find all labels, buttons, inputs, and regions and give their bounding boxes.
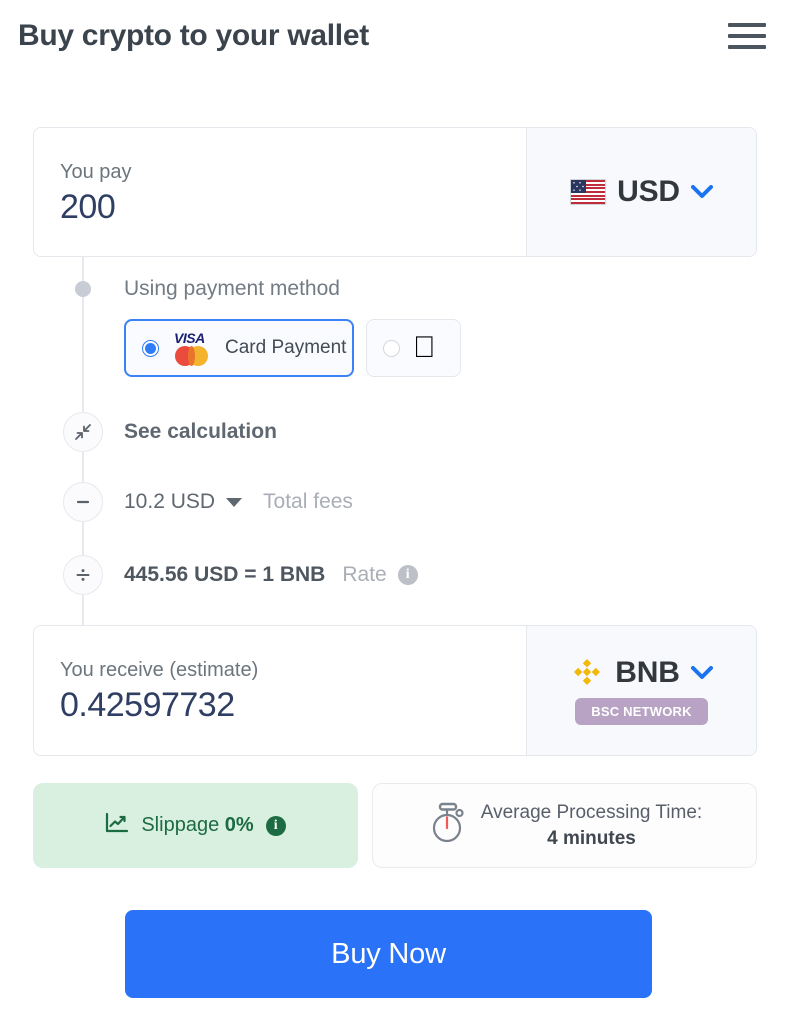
divide-icon bbox=[63, 555, 103, 595]
you-pay-field: You pay 200 USD bbox=[33, 127, 757, 257]
payment-option-card[interactable]: VISA Card Payment bbox=[124, 319, 354, 377]
rate-row: 445.56 USD = 1 BNB Rate i bbox=[124, 563, 418, 587]
you-receive-amount-area: You receive (estimate) 0.42597732 bbox=[34, 626, 526, 755]
bnb-logo-icon bbox=[570, 656, 604, 690]
pay-currency-code: USD bbox=[617, 175, 680, 208]
radio-card-payment[interactable] bbox=[142, 339, 159, 357]
processing-time-value: 4 minutes bbox=[547, 827, 636, 849]
total-fees-amount: 10.2 USD bbox=[124, 490, 216, 513]
you-pay-amount[interactable]: 200 bbox=[60, 188, 526, 227]
slippage-tile: Slippage 0% i bbox=[33, 783, 358, 868]
total-fees-row[interactable]: 10.2 USD Total fees bbox=[124, 490, 353, 514]
see-calculation-label[interactable]: See calculation bbox=[124, 420, 277, 444]
slippage-value: 0% bbox=[224, 814, 254, 836]
slippage-label: Slippage bbox=[141, 814, 220, 836]
chevron-down-icon[interactable] bbox=[690, 666, 713, 680]
you-receive-field: You receive (estimate) 0.42597732 BNB BS… bbox=[33, 625, 757, 756]
pay-currency-selector[interactable]: USD bbox=[526, 128, 756, 256]
hamburger-bar bbox=[728, 23, 766, 27]
see-calculation-row[interactable]: See calculation bbox=[124, 420, 277, 444]
receive-currency-code: BNB bbox=[615, 656, 680, 689]
hamburger-bar bbox=[728, 45, 766, 49]
page-header: Buy crypto to your wallet bbox=[0, 0, 794, 72]
info-icon[interactable]: i bbox=[265, 815, 286, 836]
hamburger-menu-icon[interactable] bbox=[726, 20, 766, 52]
you-pay-input-area[interactable]: You pay 200 bbox=[34, 128, 526, 256]
info-icon[interactable]: i bbox=[397, 565, 418, 585]
network-badge: BSC NETWORK bbox=[575, 698, 708, 725]
apple-pay-icon:  bbox=[413, 333, 436, 363]
collapse-arrows-icon[interactable] bbox=[63, 412, 103, 452]
processing-time-tile: Average Processing Time: 4 minutes bbox=[372, 783, 757, 868]
payment-option-card-label: Card Payment bbox=[225, 337, 347, 358]
radio-apple-pay[interactable] bbox=[383, 339, 400, 357]
stopwatch-icon bbox=[427, 801, 469, 850]
rate-label: Rate bbox=[342, 563, 387, 586]
timeline-dot bbox=[75, 281, 91, 297]
payment-method-label: Using payment method bbox=[124, 277, 340, 300]
total-fees-label: Total fees bbox=[263, 490, 353, 513]
you-pay-label: You pay bbox=[60, 160, 132, 183]
line-chart-icon bbox=[105, 812, 129, 839]
visa-mastercard-icon: VISA bbox=[172, 330, 212, 366]
you-receive-label: You receive (estimate) bbox=[60, 659, 259, 682]
rate-value: 445.56 USD = 1 BNB bbox=[124, 563, 326, 586]
page-title: Buy crypto to your wallet bbox=[18, 19, 369, 52]
receive-currency-selector[interactable]: BNB BSC NETWORK bbox=[526, 626, 756, 755]
chevron-down-icon[interactable] bbox=[690, 185, 713, 199]
buy-now-button[interactable]: Buy Now bbox=[125, 910, 652, 998]
payment-option-apple-pay[interactable]:  bbox=[366, 319, 461, 377]
processing-time-label: Average Processing Time: bbox=[480, 801, 703, 823]
us-flag-icon bbox=[570, 179, 607, 205]
caret-down-icon[interactable] bbox=[226, 497, 243, 507]
hamburger-bar bbox=[728, 34, 766, 38]
minus-icon bbox=[63, 482, 103, 522]
you-receive-amount: 0.42597732 bbox=[60, 686, 235, 725]
buy-crypto-page: Buy crypto to your wallet You pay 200 US… bbox=[0, 0, 794, 1024]
